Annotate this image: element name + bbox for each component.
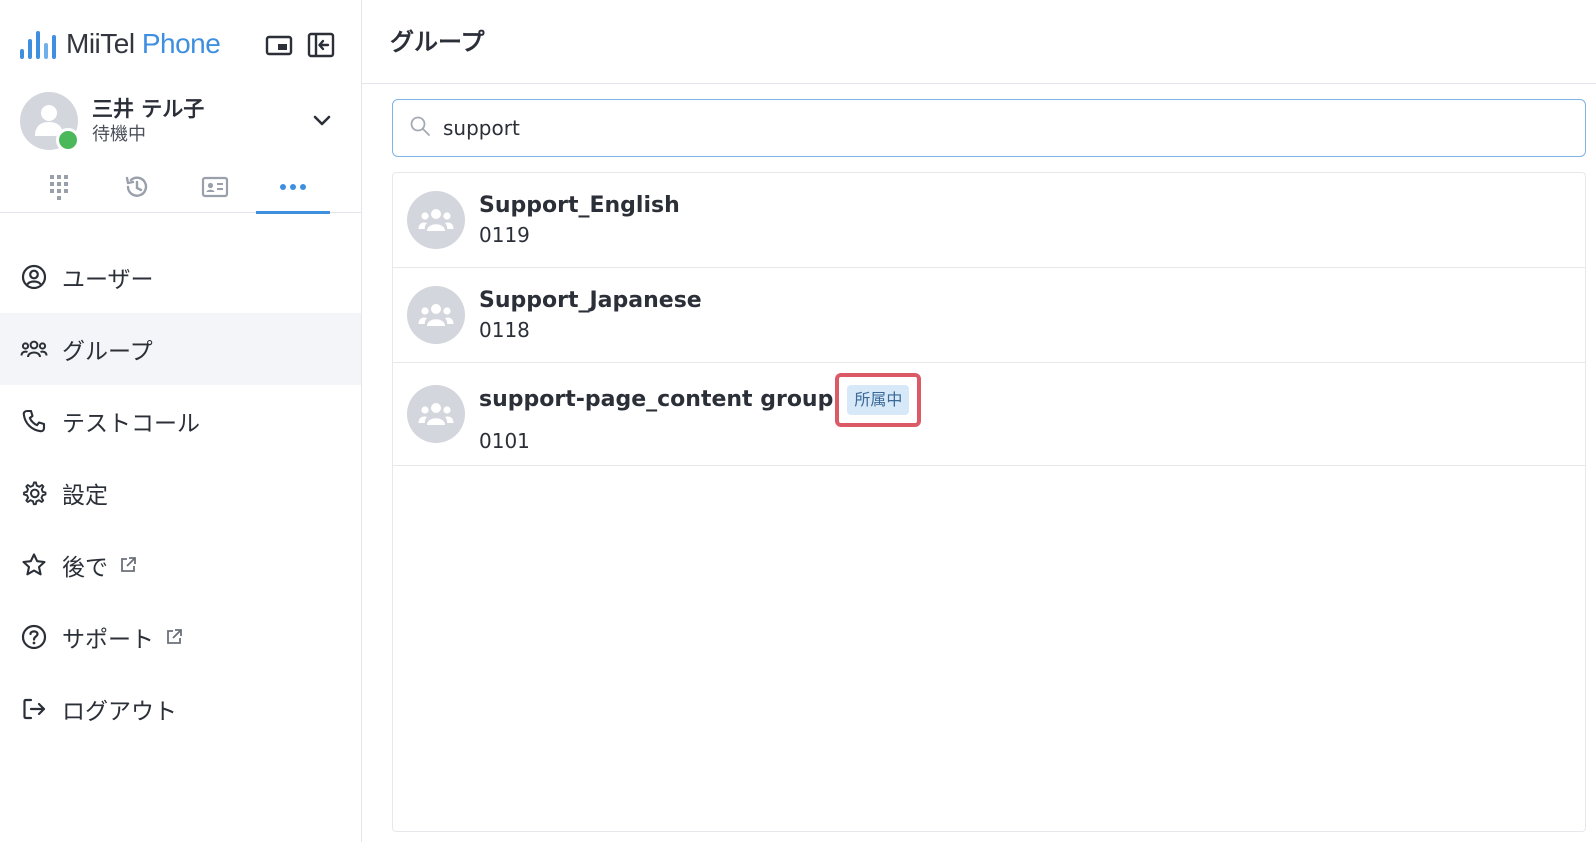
- sidebar-item-label: 設定: [62, 483, 108, 509]
- external-link-icon: [118, 555, 138, 575]
- sidebar: MiiTel Phone 三井 テル子 待機中 ユーザー グループ テストコール…: [0, 0, 362, 842]
- miitel-logo-icon: [20, 29, 56, 59]
- chevron-down-icon[interactable]: [311, 109, 333, 131]
- group-name-line: Support_English: [479, 191, 680, 221]
- group-number: 0119: [479, 223, 530, 247]
- group-name: Support_Japanese: [479, 288, 702, 313]
- collapse-sidebar-icon[interactable]: [307, 31, 335, 59]
- tab-more[interactable]: [254, 161, 332, 214]
- group-name: support-page_content group: [479, 387, 834, 412]
- user-status: 待機中: [92, 124, 146, 145]
- sidebar-item-later[interactable]: 後で: [0, 529, 361, 601]
- sidebar-menu: ユーザー グループ テストコール 設定 後で サポート ログアウト: [0, 241, 361, 745]
- sidebar-item-settings[interactable]: 設定: [0, 457, 361, 529]
- list-item[interactable]: support-page_content group 所属中 0101: [393, 363, 1585, 466]
- logout-icon: [20, 695, 48, 723]
- sidebar-item-test-call[interactable]: テストコール: [0, 385, 361, 457]
- group-avatar: [407, 191, 465, 249]
- group-number: 0101: [479, 429, 530, 453]
- dialpad-icon: [50, 175, 68, 200]
- group-name-line: support-page_content group 所属中: [479, 373, 922, 427]
- sidebar-item-label: ユーザー: [62, 267, 154, 293]
- avatar: [20, 92, 80, 152]
- sidebar-item-logout[interactable]: ログアウト: [0, 673, 361, 745]
- group-name: Support_English: [479, 193, 680, 218]
- status-indicator: [56, 128, 80, 152]
- user-name: 三井 テル子: [92, 97, 205, 121]
- tab-dialpad[interactable]: [20, 161, 98, 213]
- group-icon: [20, 335, 48, 363]
- status-badge: 所属中: [847, 385, 910, 415]
- main-panel: グループ Support_English 0119: [362, 0, 1596, 842]
- sidebar-item-support[interactable]: サポート: [0, 601, 361, 673]
- list-item[interactable]: Support_English 0119: [393, 173, 1585, 268]
- group-info: support-page_content group 所属中 0101: [479, 373, 922, 455]
- gear-icon: [20, 479, 48, 507]
- badge-highlight: 所属中: [835, 373, 922, 427]
- group-info: Support_English 0119: [479, 191, 680, 249]
- group-list: Support_English 0119 Support_Japanese 01…: [392, 172, 1586, 832]
- group-icon: [418, 209, 454, 231]
- page-title: グループ: [390, 28, 485, 56]
- brand-name-part2: Phone: [141, 28, 221, 59]
- sidebar-item-label: ログアウト: [62, 699, 177, 725]
- search-box[interactable]: [392, 99, 1586, 157]
- sidebar-item-label: テストコール: [62, 411, 200, 437]
- sidebar-tabs: [0, 161, 361, 214]
- list-item[interactable]: Support_Japanese 0118: [393, 268, 1585, 363]
- user-circle-icon: [20, 263, 48, 291]
- group-avatar: [407, 385, 465, 443]
- search-input[interactable]: [443, 116, 1543, 140]
- sidebar-item-label: グループ: [62, 339, 153, 365]
- page-header: グループ: [362, 0, 1596, 84]
- star-icon: [20, 551, 48, 579]
- help-circle-icon: [20, 623, 48, 651]
- user-profile[interactable]: 三井 テル子 待機中: [0, 87, 361, 155]
- group-avatar: [407, 286, 465, 344]
- sidebar-item-users[interactable]: ユーザー: [0, 241, 361, 313]
- external-link-icon: [164, 627, 184, 647]
- picture-in-picture-icon[interactable]: [265, 31, 293, 59]
- group-icon: [418, 403, 454, 425]
- brand-name-part1: MiiTel: [66, 28, 135, 59]
- group-number: 0118: [479, 318, 530, 342]
- contact-card-icon: [201, 176, 229, 198]
- search-icon: [409, 115, 431, 141]
- brand-actions: [265, 31, 335, 59]
- tab-history[interactable]: [98, 161, 176, 213]
- group-name-line: Support_Japanese: [479, 286, 702, 316]
- sidebar-item-groups[interactable]: グループ: [0, 313, 361, 385]
- brand-name: MiiTel Phone: [66, 28, 221, 60]
- history-icon: [125, 176, 148, 197]
- group-icon: [418, 304, 454, 326]
- phone-icon: [20, 407, 48, 435]
- tab-contacts[interactable]: [176, 161, 254, 213]
- app-window: MiiTel Phone 三井 テル子 待機中 ユーザー グループ テストコール…: [0, 0, 1596, 842]
- sidebar-item-label: 後で: [62, 555, 108, 581]
- sidebar-item-label: サポート: [62, 627, 154, 653]
- more-icon: [280, 184, 306, 190]
- group-info: Support_Japanese 0118: [479, 286, 702, 344]
- user-info: 三井 テル子 待機中: [92, 95, 204, 147]
- brand-header: MiiTel Phone: [0, 21, 361, 67]
